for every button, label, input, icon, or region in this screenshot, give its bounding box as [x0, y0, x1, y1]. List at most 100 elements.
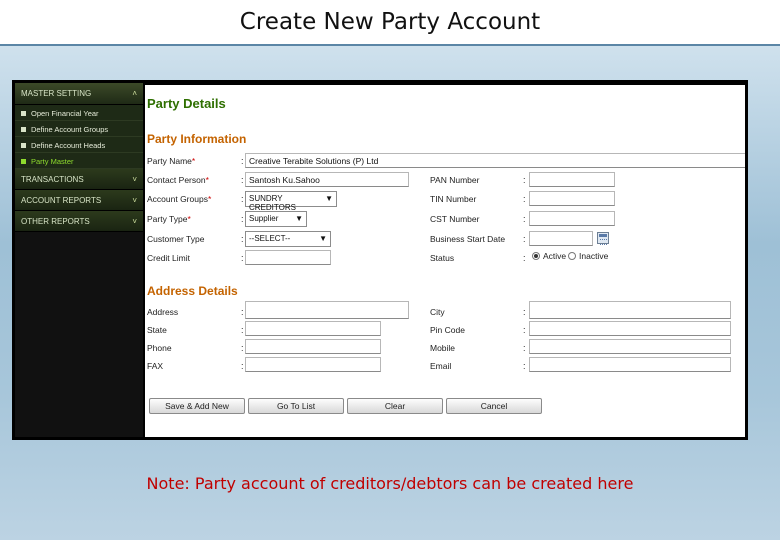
- colon: :: [523, 307, 526, 317]
- colon: :: [241, 253, 244, 263]
- menu-transactions[interactable]: TRANSACTIONS ˅: [15, 169, 143, 190]
- fax-input[interactable]: [245, 357, 381, 372]
- business-start-date-input[interactable]: [529, 231, 593, 246]
- chevron-down-icon: ˅: [132, 175, 137, 184]
- account-groups-label: Account Groups*: [147, 194, 212, 204]
- cancel-button[interactable]: Cancel: [446, 398, 542, 414]
- party-type-value: Supplier: [249, 214, 279, 223]
- colon: :: [523, 253, 526, 263]
- party-type-label: Party Type*: [147, 214, 191, 224]
- sidebar-item-label: Define Account Groups: [31, 125, 109, 134]
- pan-number-input[interactable]: [529, 172, 615, 187]
- menu-master-setting-label: MASTER SETTING: [21, 89, 92, 98]
- credit-limit-input[interactable]: [245, 250, 331, 265]
- colon: :: [241, 194, 244, 204]
- radio-unchecked-icon: [568, 252, 576, 260]
- colon: :: [523, 325, 526, 335]
- mobile-input[interactable]: [529, 339, 731, 354]
- city-label: City: [430, 307, 445, 317]
- menu-account-reports-label: ACCOUNT REPORTS: [21, 196, 102, 205]
- credit-limit-label: Credit Limit: [147, 253, 190, 263]
- menu-other-reports[interactable]: OTHER REPORTS ˅: [15, 211, 143, 232]
- sidebar-item-define-account-groups[interactable]: Define Account Groups: [15, 121, 143, 137]
- clear-button[interactable]: Clear: [347, 398, 443, 414]
- app-screenshot: MASTER SETTING ˄ Open Financial Year Def…: [12, 80, 748, 440]
- colon: :: [241, 175, 244, 185]
- section-address-details: Address Details: [147, 284, 238, 298]
- state-label: State: [147, 325, 167, 335]
- chevron-down-icon: ˅: [132, 196, 137, 205]
- cst-number-label: CST Number: [430, 214, 480, 224]
- colon: :: [241, 307, 244, 317]
- colon: :: [241, 325, 244, 335]
- status-inactive-label: Inactive: [579, 251, 609, 261]
- customer-type-value: --SELECT--: [249, 234, 291, 243]
- account-groups-value: SUNDRY CREDITORS: [249, 194, 296, 212]
- customer-type-select[interactable]: --SELECT-- ▼: [245, 231, 331, 247]
- calendar-icon[interactable]: [597, 232, 609, 245]
- colon: :: [523, 234, 526, 244]
- chevron-down-icon: ˅: [132, 217, 137, 226]
- email-input[interactable]: [529, 357, 731, 372]
- dropdown-arrow-icon: ▼: [319, 234, 327, 243]
- contact-person-label: Contact Person*: [147, 175, 209, 185]
- phone-input[interactable]: [245, 339, 381, 354]
- menu-other-reports-label: OTHER REPORTS: [21, 217, 90, 226]
- menu-master-setting[interactable]: MASTER SETTING ˄: [15, 83, 143, 105]
- status-active-radio[interactable]: Active: [532, 251, 566, 261]
- colon: :: [241, 214, 244, 224]
- bullet-icon: [21, 159, 26, 164]
- cst-number-input[interactable]: [529, 211, 615, 226]
- contact-person-input[interactable]: Santosh Ku.Sahoo: [245, 172, 409, 187]
- address-input[interactable]: [245, 301, 409, 319]
- dropdown-arrow-icon: ▼: [295, 214, 303, 223]
- colon: :: [523, 175, 526, 185]
- menu-transactions-label: TRANSACTIONS: [21, 175, 84, 184]
- sidebar-item-define-account-heads[interactable]: Define Account Heads: [15, 137, 143, 153]
- pan-number-label: PAN Number: [430, 175, 480, 185]
- business-start-date-label: Business Start Date: [430, 234, 506, 244]
- menu-account-reports[interactable]: ACCOUNT REPORTS ˅: [15, 190, 143, 211]
- city-input[interactable]: [529, 301, 731, 319]
- party-name-input[interactable]: Creative Terabite Solutions (P) Ltd: [245, 153, 745, 168]
- phone-label: Phone: [147, 343, 172, 353]
- chevron-up-icon: ˄: [132, 89, 137, 98]
- party-type-select[interactable]: Supplier ▼: [245, 211, 307, 227]
- bullet-icon: [21, 143, 26, 148]
- sidebar-item-label: Party Master: [31, 157, 74, 166]
- sidebar-item-label: Open Financial Year: [31, 109, 99, 118]
- state-input[interactable]: [245, 321, 381, 336]
- dropdown-arrow-icon: ▼: [325, 194, 333, 203]
- party-form: Party Details Party Information Party Na…: [145, 85, 745, 437]
- section-party-information: Party Information: [147, 132, 247, 146]
- colon: :: [523, 214, 526, 224]
- tin-number-input[interactable]: [529, 191, 615, 206]
- fax-label: FAX: [147, 361, 164, 371]
- bullet-icon: [21, 111, 26, 116]
- sidebar-item-open-financial-year[interactable]: Open Financial Year: [15, 105, 143, 121]
- colon: :: [241, 361, 244, 371]
- address-label: Address: [147, 307, 179, 317]
- page-title: Party Details: [147, 96, 226, 111]
- sidebar: MASTER SETTING ˄ Open Financial Year Def…: [15, 83, 143, 437]
- radio-checked-icon: [532, 252, 540, 260]
- email-label: Email: [430, 361, 452, 371]
- account-groups-select[interactable]: SUNDRY CREDITORS ▼: [245, 191, 337, 212]
- slide-note: Note: Party account of creditors/debtors…: [146, 474, 634, 493]
- colon: :: [523, 194, 526, 204]
- sidebar-item-label: Define Account Heads: [31, 141, 106, 150]
- pincode-input[interactable]: [529, 321, 731, 336]
- colon: :: [523, 343, 526, 353]
- customer-type-label: Customer Type: [147, 234, 205, 244]
- mobile-label: Mobile: [430, 343, 456, 353]
- pincode-label: Pin Code: [430, 325, 465, 335]
- status-label: Status: [430, 253, 455, 263]
- go-to-list-button[interactable]: Go To List: [248, 398, 344, 414]
- sidebar-item-party-master[interactable]: Party Master: [15, 153, 143, 169]
- status-inactive-radio[interactable]: Inactive: [568, 251, 608, 261]
- colon: :: [241, 343, 244, 353]
- bullet-icon: [21, 127, 26, 132]
- slide-title: Create New Party Account: [0, 0, 780, 44]
- tin-number-label: TIN Number: [430, 194, 477, 204]
- save-and-add-new-button[interactable]: Save & Add New: [149, 398, 245, 414]
